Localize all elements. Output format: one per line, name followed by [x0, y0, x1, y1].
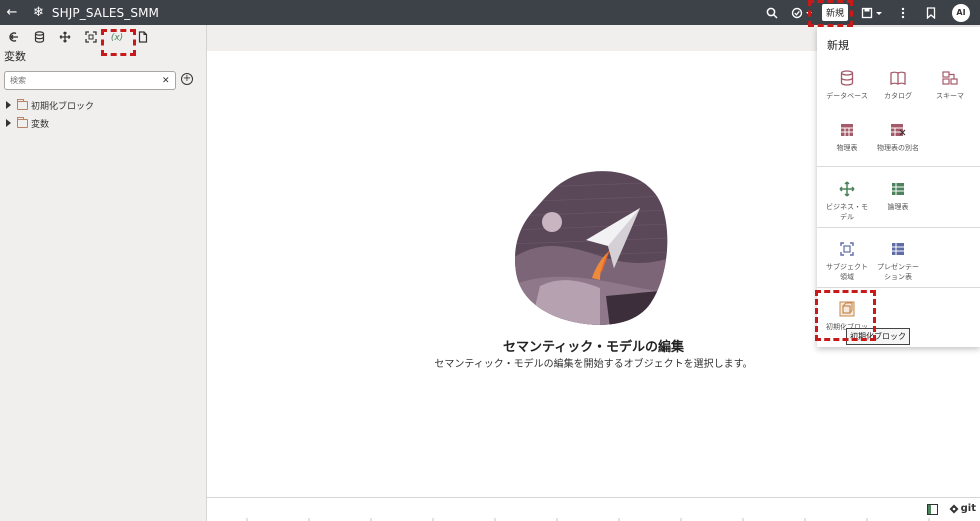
git-button[interactable]: git: [949, 503, 976, 514]
search-icon[interactable]: [762, 0, 782, 25]
save-dropdown[interactable]: [860, 0, 884, 25]
menu-item-subject-area[interactable]: サブジェクト 領域: [819, 238, 875, 282]
table-icon: [819, 119, 875, 141]
search-input[interactable]: [10, 76, 160, 85]
menu-item-schema[interactable]: スキーマ: [922, 67, 978, 101]
highlight-variables-tab: [101, 29, 136, 56]
book-icon: [870, 67, 926, 89]
move-icon[interactable]: [52, 31, 78, 46]
table-alias-icon: [870, 119, 926, 141]
more-vertical-icon[interactable]: [894, 0, 912, 25]
caret-right-icon[interactable]: [6, 101, 11, 109]
highlight-new-button: [808, 0, 853, 27]
menu-item-business-model[interactable]: ビジネス・モ デル: [819, 178, 875, 222]
left-panel: (x) 変数 ✕ + 初期化ブロック 変数: [0, 25, 207, 521]
subject-area-icon: [819, 238, 875, 260]
highlight-init-block-item: [815, 290, 876, 341]
folder-icon: [17, 116, 28, 128]
folder-icon: [17, 98, 28, 110]
back-to-list-icon[interactable]: [0, 31, 26, 46]
menu-item-catalog[interactable]: カタログ: [870, 67, 926, 101]
paper-plane-illustration: [514, 171, 668, 325]
menu-item-logical-table[interactable]: 論理表: [870, 178, 926, 212]
menu-separator: [817, 287, 980, 288]
user-avatar[interactable]: AI: [952, 3, 970, 22]
menu-item-physical-table-alias[interactable]: 物理表の別名: [870, 119, 926, 153]
tree-item-variables[interactable]: 変数: [6, 116, 49, 130]
git-icon: [949, 504, 959, 513]
save-icon: [861, 7, 882, 18]
move-icon: [819, 178, 875, 200]
menu-item-database[interactable]: データベース: [819, 67, 875, 101]
model-title: SHJP_SALES_SMM: [51, 5, 159, 20]
snowflake-icon: ❄: [33, 5, 44, 20]
tree-item-label: 初期化ブロック: [31, 101, 95, 112]
bookmark-icon[interactable]: [922, 0, 940, 25]
logical-table-icon: [870, 178, 926, 200]
back-arrow-icon[interactable]: ←: [3, 5, 21, 20]
menu-separator: [817, 166, 980, 167]
menu-item-presentation-table[interactable]: プレゼンテー ション表: [870, 238, 926, 282]
panel-toggle-icon[interactable]: [927, 504, 938, 515]
clear-icon[interactable]: ✕: [162, 76, 170, 86]
caret-right-icon[interactable]: [6, 119, 11, 127]
menu-separator: [817, 227, 980, 228]
git-label: git: [960, 503, 976, 514]
empty-state-subtitle: セマンティック・モデルの編集を開始するオブジェクトを選択します。: [434, 359, 753, 370]
tree-item-label: 変数: [31, 119, 50, 130]
menu-item-physical-table[interactable]: 物理表: [819, 119, 875, 153]
tree-item-init-blocks[interactable]: 初期化ブロック: [6, 98, 94, 112]
database-icon: [819, 67, 875, 89]
panel-title: 変数: [4, 50, 26, 63]
search-box: ✕: [4, 71, 176, 90]
presentation-table-icon: [870, 238, 926, 260]
new-menu-title: 新規: [827, 39, 849, 52]
schema-icon: [922, 67, 978, 89]
status-bar: git: [207, 497, 980, 521]
add-circle-icon[interactable]: +: [181, 73, 193, 85]
database-icon[interactable]: [26, 30, 52, 46]
